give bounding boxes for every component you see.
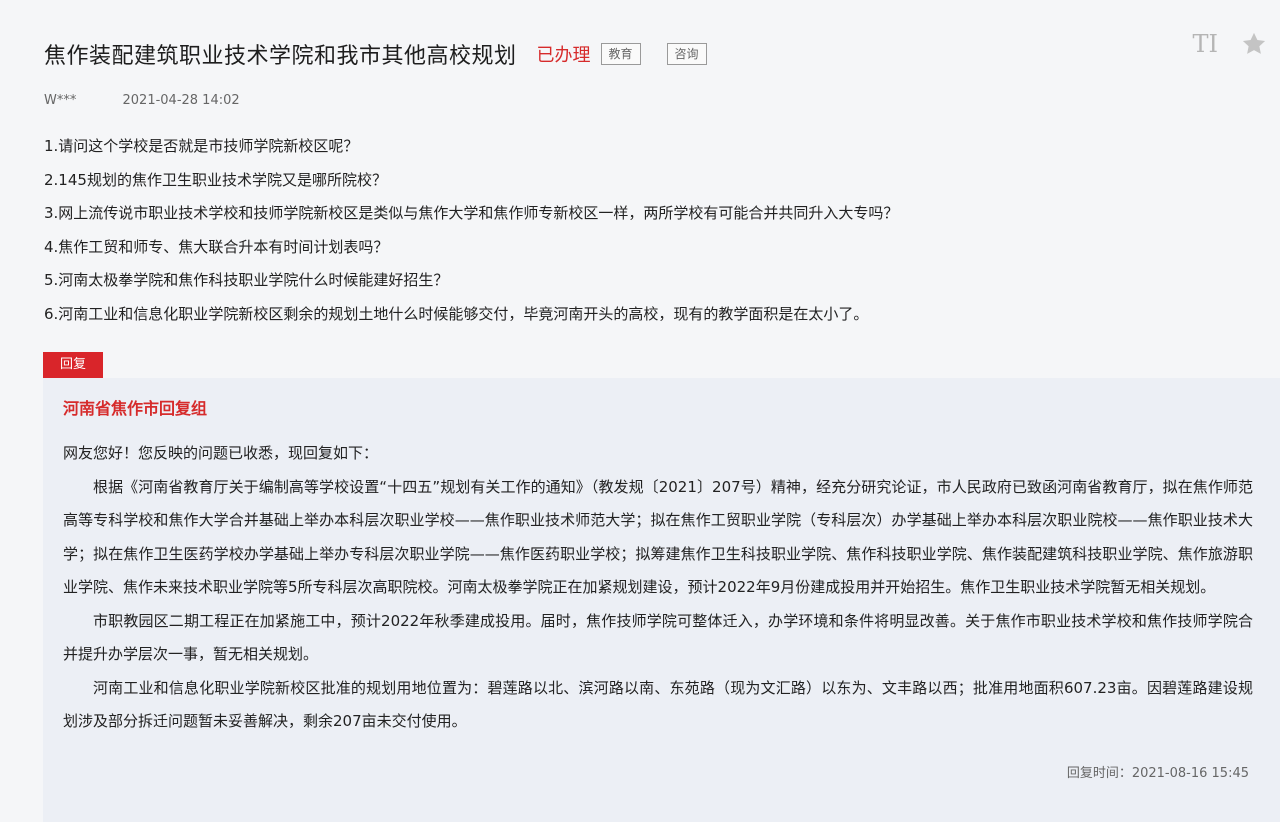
- reply-panel: 河南省焦作市回复组 网友您好！您反映的问题已收悉，现回复如下： 根据《河南省教育…: [43, 378, 1280, 822]
- author-name: W***: [44, 93, 77, 108]
- reply-badge: 回复: [43, 352, 103, 378]
- page-header: 焦作装配建筑职业技术学院和我市其他高校规划 已办理 教育 咨询: [44, 34, 1280, 74]
- reply-time: 回复时间：2021-08-16 15:45: [1066, 766, 1249, 781]
- reply-paragraph: 市职教园区二期工程正在加紧施工中，预计2022年秋季建成投用。届时，焦作技师学院…: [63, 611, 1253, 664]
- type-tag[interactable]: 咨询: [666, 43, 707, 65]
- page-title: 焦作装配建筑职业技术学院和我市其他高校规划: [44, 44, 517, 69]
- status-label: 已办理: [536, 45, 591, 66]
- question-item: 2.145规划的焦作卫生职业技术学院又是哪所院校？: [44, 170, 387, 189]
- toolbar: TI: [1193, 30, 1269, 58]
- question-item: 3.网上流传说市职业技术学校和技师学院新校区是类似与焦作大学和焦作师专新校区一样…: [44, 204, 899, 222]
- category-tag[interactable]: 教育: [600, 43, 641, 65]
- question-list: 1.请问这个学校是否就是市技师学院新校区呢？ 2.145规划的焦作卫生职业技术学…: [44, 130, 1254, 331]
- post-datetime: 2021-04-28 14:02: [122, 93, 240, 108]
- question-item: 4.焦作工贸和师专、焦大联合升本有时间计划表吗？: [44, 237, 389, 256]
- star-icon[interactable]: [1240, 30, 1268, 58]
- reply-body: 网友您好！您反映的问题已收悉，现回复如下： 根据《河南省教育厅关于编制高等学校设…: [63, 437, 1253, 739]
- reply-organization: 河南省焦作市回复组: [63, 399, 208, 418]
- question-item: 6.河南工业和信息化职业学院新校区剩余的规划土地什么时候能够交付，毕竟河南开头的…: [44, 304, 869, 323]
- reply-paragraph: 根据《河南省教育厅关于编制高等学校设置“十四五”规划有关工作的通知》（教发规〔2…: [63, 477, 1253, 597]
- question-item: 5.河南太极拳学院和焦作科技职业学院什么时候能建好招生？: [44, 271, 449, 289]
- post-meta: W*** 2021-04-28 14:02: [44, 93, 240, 108]
- font-size-icon[interactable]: TI: [1193, 30, 1219, 58]
- question-item: 1.请问这个学校是否就是市技师学院新校区呢？: [44, 137, 359, 155]
- reply-paragraph: 河南工业和信息化职业学院新校区批准的规划用地位置为：碧莲路以北、滨河路以南、东苑…: [63, 678, 1253, 731]
- reply-greeting: 网友您好！您反映的问题已收悉，现回复如下：: [63, 444, 379, 462]
